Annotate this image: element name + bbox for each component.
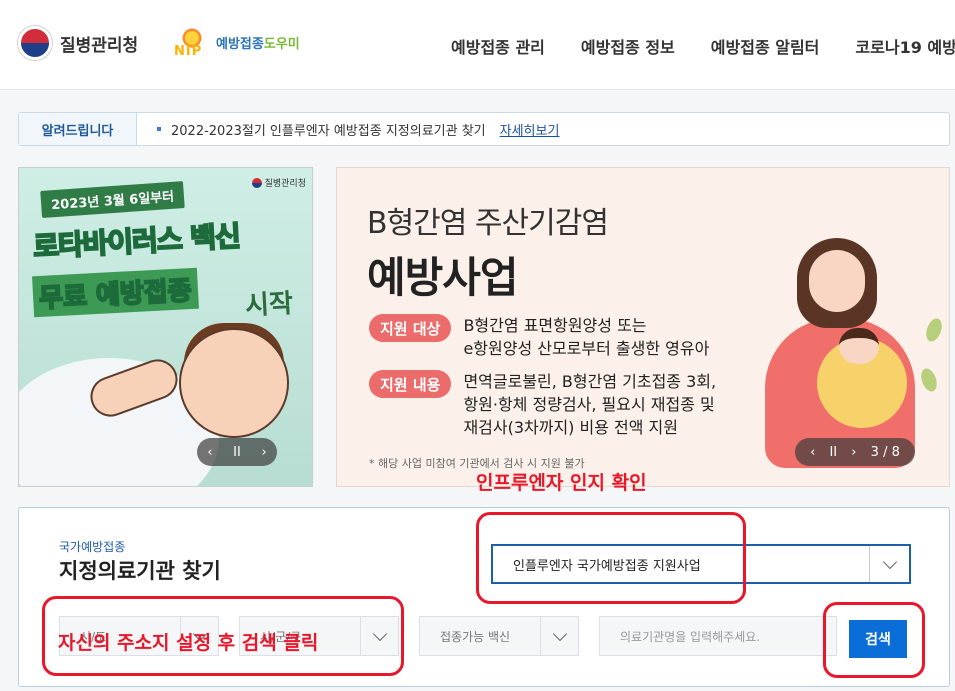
nip-name: 예방접종도우미 <box>216 36 300 52</box>
annotation-address: 자신의 주소지 설정 후 검색 클릭 <box>58 632 319 654</box>
chevron-down-icon[interactable] <box>869 546 909 582</box>
clinic-name-input[interactable]: 의료기관명을 입력해주세요. <box>599 616 837 656</box>
annotation-influenza: 인프루엔자 인지 확인 <box>476 472 647 494</box>
pause-icon[interactable]: II <box>233 445 241 460</box>
support-content-text: 면역글로불린, B형간염 기초접종 3회, 항원·항체 정량검사, 필요시 재접… <box>463 372 717 437</box>
pause-icon[interactable]: II <box>829 445 837 460</box>
notice-text[interactable]: 2022-2023절기 인플루엔자 예방접종 지정의료기관 찾기 <box>171 120 486 139</box>
main-nav: 예방접종 관리 예방접종 정보 예방접종 알림터 코로나19 예방 <box>451 34 955 58</box>
slide-counter: 3 / 8 <box>870 444 900 460</box>
annotation-ring-program <box>476 512 746 604</box>
support-target-label: 지원 대상 <box>369 314 452 342</box>
search-subtitle: 국가예방접종 <box>59 540 126 554</box>
notice-tag: 알려드립니다 <box>19 113 137 145</box>
notice-more-link[interactable]: 자세히보기 <box>500 120 560 139</box>
rotavirus-banner[interactable]: 질병관리청 2023년 3월 6일부터 로타바이러스 백신 무료 예방접종 시작… <box>18 167 313 487</box>
taeguk-icon <box>251 177 262 188</box>
support-content-label: 지원 내용 <box>369 370 452 398</box>
next-icon[interactable]: › <box>261 445 266 460</box>
support-target-text: B형간염 표면항원양성 또는 e항원양성 산모로부터 출생한 영유아 <box>463 316 710 358</box>
nip-logo[interactable]: NIP 예방접종도우미 <box>172 24 300 60</box>
chevron-down-icon[interactable] <box>540 617 578 655</box>
prev-icon[interactable]: ‹ <box>207 445 212 460</box>
nav-item-vaccination-info[interactable]: 예방접종 정보 <box>581 34 675 58</box>
kdca-seal: 질병관리청 <box>251 176 306 189</box>
mother-baby-illustration <box>757 218 937 468</box>
annotation-ring-search <box>823 602 925 678</box>
next-icon[interactable]: › <box>851 445 856 460</box>
left-slider-controls: ‹ II › <box>197 438 277 466</box>
notice-bar: 알려드립니다 2022-2023절기 인플루엔자 예방접종 지정의료기관 찾기 … <box>18 112 950 146</box>
kdca-logo[interactable]: 질병관리청 <box>18 26 138 60</box>
taeguk-emblem-icon <box>18 26 52 60</box>
prev-icon[interactable]: ‹ <box>810 445 815 460</box>
nav-item-vaccination-notice[interactable]: 예방접종 알림터 <box>711 34 820 58</box>
nip-sun-icon: NIP <box>172 24 212 60</box>
support-target-row: 지원 대상 B형간염 표면항원양성 또는 e항원양성 산모로부터 출생한 영유아 <box>369 314 709 360</box>
vaccine-select-value: 접종가능 백신 <box>440 629 511 644</box>
org-name: 질병관리청 <box>60 35 139 56</box>
banner-subheadline-end: 시작 <box>244 288 294 322</box>
banner-title: B형간염 주산기감염 <box>367 206 609 241</box>
bullet-icon <box>157 127 161 131</box>
banner-headline: 예방사업 <box>367 253 519 302</box>
support-content-row: 지원 내용 면역글로불린, B형간염 기초접종 3회, 항원·항체 정량검사, … <box>369 370 716 439</box>
right-slider-controls: ‹ II › 3 / 8 <box>795 438 915 466</box>
site-header: 질병관리청 NIP 예방접종도우미 예방접종 관리 예방접종 정보 예방접종 알… <box>0 0 955 90</box>
vaccine-select[interactable]: 접종가능 백신 <box>419 616 579 656</box>
search-title: 지정의료기관 찾기 <box>59 559 221 583</box>
hepatitis-b-banner[interactable]: B형간염 주산기감염 예방사업 지원 대상 B형간염 표면항원양성 또는 e항원… <box>336 167 950 487</box>
nav-item-vaccination-management[interactable]: 예방접종 관리 <box>451 34 545 58</box>
banner-subheadline: 무료 예방접종 <box>32 267 199 318</box>
nav-item-covid19[interactable]: 코로나19 예방 <box>855 34 955 58</box>
